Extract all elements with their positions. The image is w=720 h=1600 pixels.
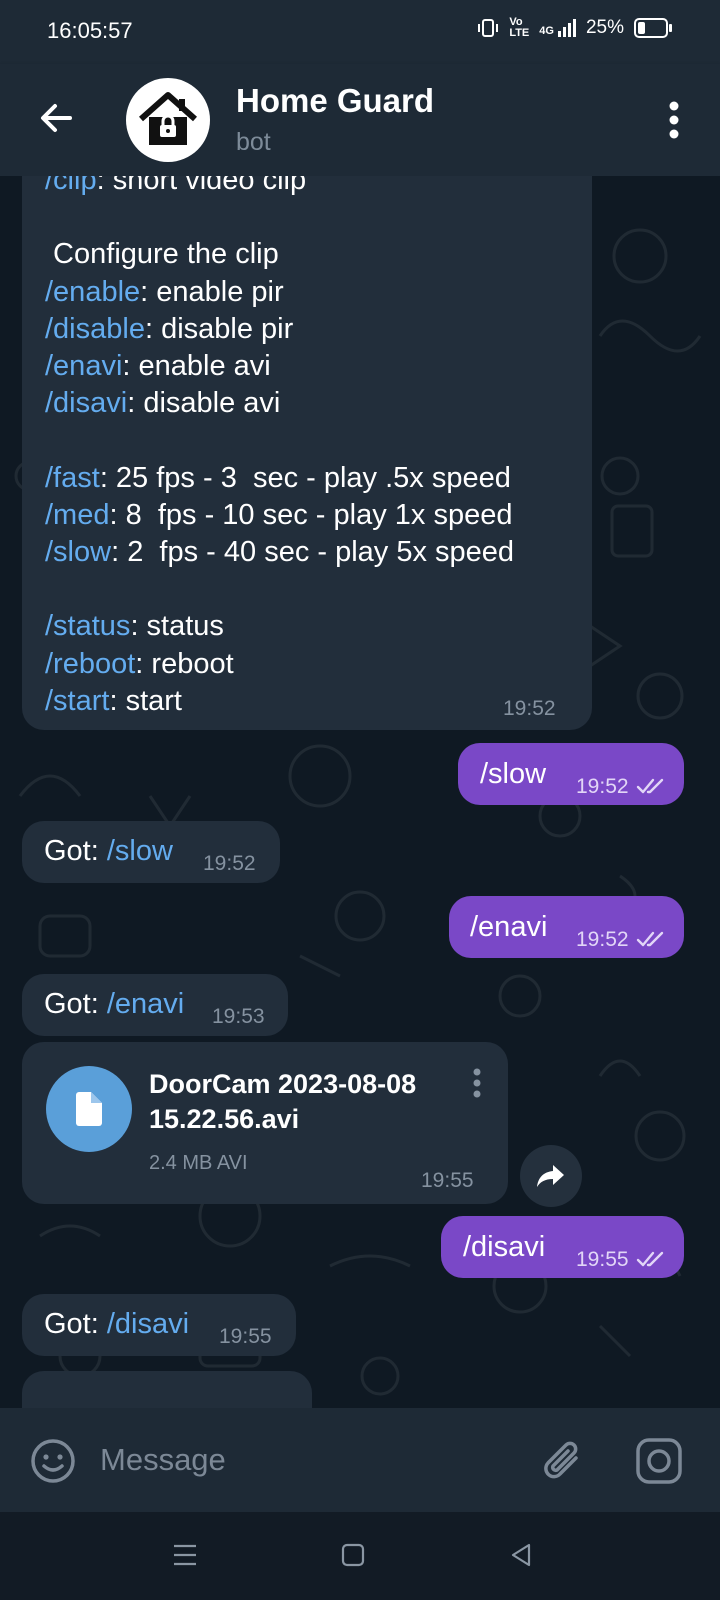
help-line: /med: 8 fps - 10 sec - play 1x speed — [45, 499, 512, 532]
share-arrow-icon — [537, 1165, 564, 1187]
command-link[interactable]: /fast — [45, 462, 100, 494]
command-link[interactable]: /disavi — [107, 1308, 189, 1340]
help-line-text: Configure the clip — [45, 238, 279, 271]
outgoing-message-text: /slow — [480, 758, 547, 790]
chat-subtitle: bot — [236, 128, 271, 156]
help-line: /status: status — [45, 610, 224, 643]
help-line: /start: start — [45, 685, 182, 718]
command-link[interactable]: /med — [45, 499, 109, 531]
message-time: 19:52 — [203, 852, 256, 875]
message-prefix: Got: — [44, 988, 107, 1020]
command-link[interactable]: /slow — [107, 835, 173, 867]
help-line: /enable: enable pir — [45, 276, 284, 309]
recents-nav-icon[interactable] — [172, 1542, 198, 1568]
signal-icon: 4G — [539, 19, 576, 37]
double-check-icon — [636, 1251, 664, 1267]
help-line-text: : disable pir — [144, 312, 294, 345]
message-time: 19:53 — [212, 1005, 265, 1028]
file-menu-icon[interactable] — [470, 1066, 484, 1102]
command-link[interactable]: /enavi — [45, 350, 122, 382]
command-link[interactable]: /disavi — [45, 387, 127, 419]
status-bar: 16:05:57 Vo LTE 4G 25% — [0, 0, 720, 64]
battery-icon — [634, 18, 672, 38]
message-time: 19:55 — [219, 1325, 272, 1348]
command-link[interactable]: /enable — [45, 276, 140, 308]
double-check-icon — [636, 778, 664, 794]
help-line: /disavi: disable avi — [45, 387, 280, 420]
status-indicators: Vo LTE 4G 25% — [477, 16, 672, 39]
help-line: /clip: short video clip — [45, 176, 306, 197]
file-name-line2: 15.22.56.avi — [149, 1104, 300, 1134]
more-options-icon[interactable] — [664, 98, 684, 142]
help-line: /fast: 25 fps - 3 sec - play .5x speed — [45, 462, 511, 495]
command-link[interactable]: /clip — [45, 176, 97, 196]
network-type: 4G — [539, 25, 554, 37]
chat-area[interactable]: /clip: short video clip Configure the cl… — [0, 176, 720, 1408]
camera-icon[interactable] — [636, 1438, 682, 1484]
help-line-text: : disable avi — [127, 387, 281, 420]
volte-indicator: Vo LTE — [509, 16, 530, 39]
message-time: 19:55 — [576, 1248, 629, 1271]
attach-icon[interactable] — [542, 1436, 588, 1486]
command-link[interactable]: /reboot — [45, 648, 135, 680]
house-lock-icon — [139, 92, 197, 145]
document-icon — [76, 1092, 102, 1126]
message-time: 19:55 — [421, 1169, 474, 1192]
forward-button[interactable] — [520, 1145, 582, 1207]
system-nav-bar — [0, 1512, 720, 1600]
command-link[interactable]: /slow — [45, 536, 111, 568]
double-check-icon — [636, 931, 664, 947]
help-line: Configure the clip — [45, 238, 279, 271]
help-line-text: : 25 fps - 3 sec - play .5x speed — [99, 461, 511, 494]
back-arrow-icon[interactable] — [34, 96, 78, 140]
outgoing-message-text: /enavi — [470, 911, 548, 943]
vibrate-icon — [478, 19, 499, 37]
status-time: 16:05:57 — [47, 18, 133, 43]
help-line: /slow: 2 fps - 40 sec - play 5x speed — [45, 536, 514, 569]
help-line-text: : 2 fps - 40 sec - play 5x speed — [111, 536, 515, 568]
chat-header: Home Guard bot — [0, 64, 720, 176]
chat-title[interactable]: Home Guard — [236, 82, 434, 120]
battery-percent: 25% — [585, 17, 624, 38]
file-download-button[interactable] — [46, 1066, 132, 1152]
file-meta: 2.4 MB AVI — [149, 1152, 248, 1174]
incoming-message-text: Got: /enavi — [44, 988, 184, 1021]
help-line-text: : reboot — [135, 647, 234, 680]
help-line-text: : enable pir — [140, 275, 284, 308]
help-line: /reboot: reboot — [45, 648, 234, 681]
home-nav-icon[interactable] — [340, 1542, 366, 1568]
help-line-text: : enable avi — [122, 350, 271, 382]
help-line-text: : start — [109, 684, 182, 717]
command-link[interactable]: /status — [45, 610, 130, 642]
message-prefix: Got: — [44, 835, 107, 867]
help-line: /enavi: enable avi — [45, 350, 271, 383]
message-time: 19:52 — [503, 697, 556, 720]
command-link[interactable]: /disable — [45, 313, 145, 345]
incoming-message-bubble[interactable] — [22, 1371, 312, 1408]
help-line: /disable: disable pir — [45, 313, 293, 346]
help-line-text: : status — [130, 610, 224, 643]
help-line-text: : 8 fps - 10 sec - play 1x speed — [109, 498, 513, 531]
back-nav-icon[interactable] — [508, 1542, 534, 1568]
incoming-message-text: Got: /slow — [44, 835, 173, 868]
message-time: 19:52 — [576, 928, 629, 951]
outgoing-message-text: /disavi — [463, 1231, 546, 1263]
emoji-icon[interactable] — [30, 1438, 76, 1484]
help-line-text: : short video clip — [96, 176, 307, 196]
command-link[interactable]: /start — [45, 685, 109, 717]
file-name-line1: DoorCam 2023-08-08 — [149, 1069, 417, 1099]
incoming-message-text: Got: /disavi — [44, 1308, 189, 1341]
bot-avatar[interactable] — [126, 78, 210, 162]
message-prefix: Got: — [44, 1308, 107, 1340]
message-time: 19:52 — [576, 775, 629, 798]
message-input-bar: Message — [0, 1408, 720, 1512]
command-link[interactable]: /enavi — [107, 988, 184, 1020]
message-input[interactable]: Message — [100, 1442, 226, 1478]
